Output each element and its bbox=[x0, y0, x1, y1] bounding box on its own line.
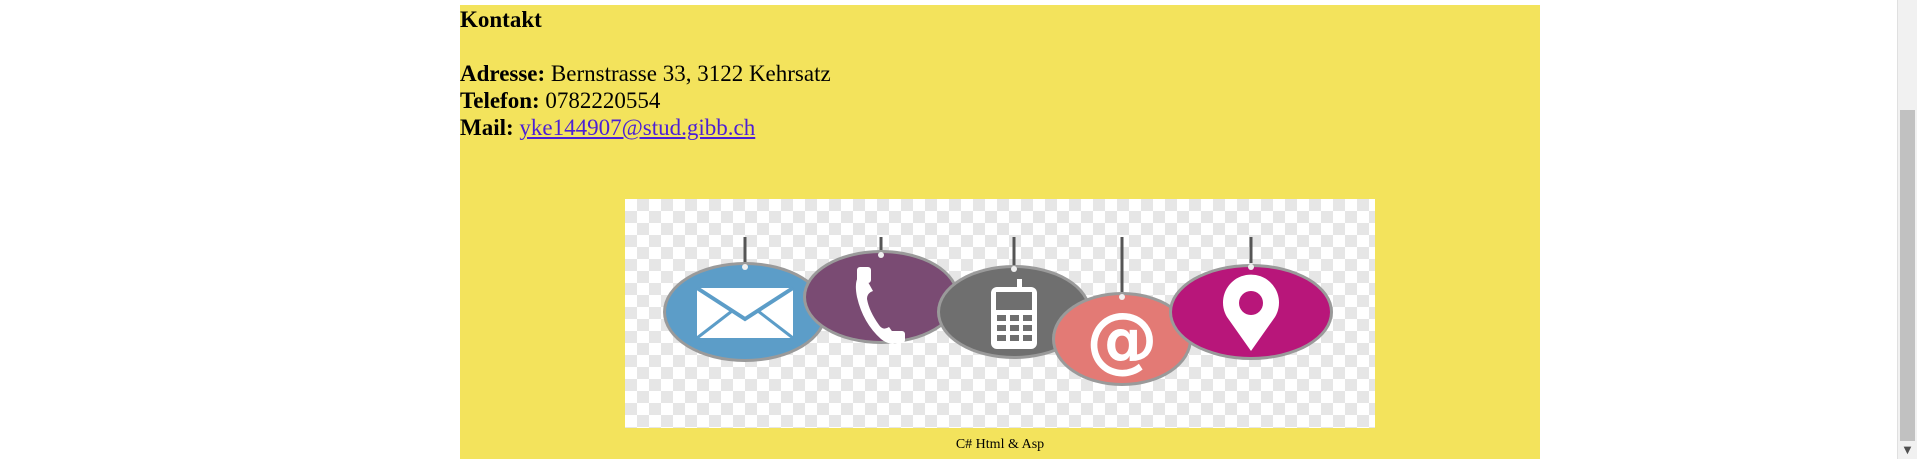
phone-icon bbox=[803, 250, 959, 344]
address-line: Adresse: Bernstrasse 33, 3122 Kehrsatz bbox=[460, 60, 831, 87]
phone-value: 0782220554 bbox=[545, 88, 661, 113]
phone-line: Telefon: 0782220554 bbox=[460, 87, 660, 114]
mail-line: Mail: yke144907@stud.gibb.ch bbox=[460, 114, 755, 141]
mail-link[interactable]: yke144907@stud.gibb.ch bbox=[519, 115, 755, 140]
envelope-icon bbox=[663, 262, 827, 362]
scrollbar-thumb[interactable] bbox=[1900, 110, 1915, 441]
contact-icons-illustration: @ bbox=[663, 237, 1333, 386]
contact-icons-image: @ bbox=[625, 199, 1375, 428]
footer-text: C# Html & Asp bbox=[955, 437, 1045, 452]
contact-panel: Kontakt Adresse: Bernstrasse 33, 3122 Ke… bbox=[460, 5, 1540, 459]
scroll-down-arrow-icon[interactable]: ▼ bbox=[1898, 442, 1917, 459]
phone-label: Telefon: bbox=[460, 88, 540, 113]
address-label: Adresse: bbox=[460, 61, 546, 86]
page: Kontakt Adresse: Bernstrasse 33, 3122 Ke… bbox=[0, 0, 1917, 459]
location-pin-icon bbox=[1169, 264, 1333, 360]
page-title: Kontakt bbox=[460, 7, 542, 32]
mail-label: Mail: bbox=[460, 115, 514, 140]
vertical-scrollbar[interactable]: ▼ bbox=[1897, 0, 1917, 459]
svg-text:@: @ bbox=[1086, 297, 1158, 381]
address-value: Bernstrasse 33, 3122 Kehrsatz bbox=[550, 61, 831, 86]
